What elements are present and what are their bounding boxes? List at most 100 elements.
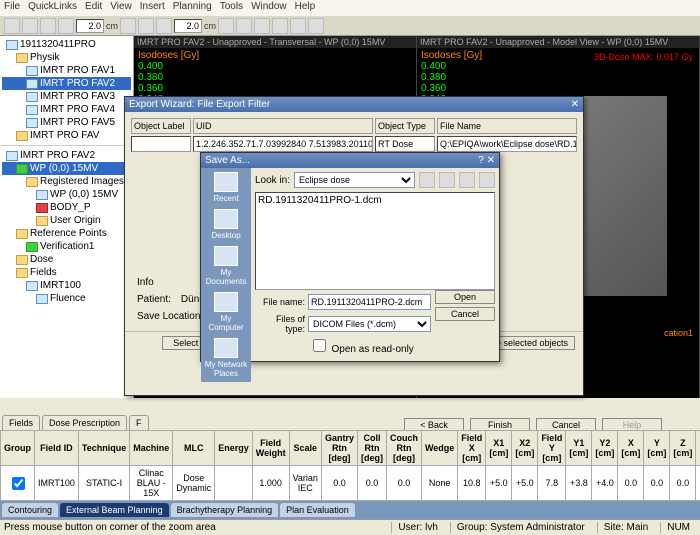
folder-icon	[26, 105, 38, 115]
tree-item[interactable]: IMRT PRO FAV4	[2, 103, 131, 116]
tree-item[interactable]: Fluence	[2, 292, 131, 305]
views-icon[interactable]	[479, 172, 495, 188]
tool-icon[interactable]	[120, 18, 136, 34]
status-hint: Press mouse button on corner of the zoom…	[4, 522, 385, 533]
tree-item[interactable]: IMRT PRO FAV2	[2, 77, 131, 90]
tree-item[interactable]: Dose	[2, 253, 131, 266]
place-my-documents[interactable]: My Documents	[203, 246, 249, 286]
place-my-computer[interactable]: My Computer	[203, 292, 249, 332]
workspace-tab[interactable]: Plan Evaluation	[280, 503, 355, 517]
grid-y-input[interactable]	[174, 19, 202, 33]
tree-item[interactable]: IMRT100	[2, 279, 131, 292]
up-icon[interactable]	[439, 172, 455, 188]
open-button[interactable]: Open	[435, 290, 495, 304]
tree-item[interactable]: IMRT PRO FAV	[2, 129, 131, 142]
info-label: Info	[137, 277, 154, 288]
tool-icon[interactable]	[308, 18, 324, 34]
tree-item[interactable]: Reference Points	[2, 227, 131, 240]
tree-item[interactable]: IMRT PRO FAV2	[2, 149, 131, 162]
menu-window[interactable]: Window	[251, 1, 287, 15]
folder-icon	[26, 242, 38, 252]
place-recent[interactable]: Recent	[203, 172, 249, 203]
unit-label: cm	[106, 21, 118, 31]
tool-icon[interactable]	[4, 18, 20, 34]
menubar: File QuickLinks Edit View Insert Planning Tool…	[0, 0, 700, 16]
tool-icon[interactable]	[290, 18, 306, 34]
tool-icon[interactable]	[254, 18, 270, 34]
grid-x-input[interactable]	[76, 19, 104, 33]
view-title: IMRT PRO FAV2 - Unapproved - Transversal…	[134, 36, 416, 48]
tree-item[interactable]: IMRT PRO FAV3	[2, 90, 131, 103]
folder-icon	[16, 53, 28, 63]
fields-tab[interactable]: Fields	[2, 415, 40, 430]
tree-item[interactable]: BODY_P	[2, 201, 131, 214]
menu-quicklinks[interactable]: QuickLinks	[28, 1, 77, 15]
place-desktop[interactable]: Desktop	[203, 209, 249, 240]
save-as-dialog: Save As... ? ✕ Recent Desktop My Documents…	[200, 152, 500, 362]
place-my-network-places[interactable]: My Network Places	[203, 338, 249, 378]
help-icon[interactable]: ?	[478, 155, 484, 166]
dialog-titlebar[interactable]: Save As... ? ✕	[201, 153, 499, 168]
tool-icon[interactable]	[40, 18, 56, 34]
readonly-checkbox[interactable]	[313, 339, 326, 352]
tool-icon[interactable]	[236, 18, 252, 34]
tool-icon[interactable]	[272, 18, 288, 34]
file-list[interactable]: RD.1911320411PRO-1.dcm	[255, 192, 495, 290]
tree-item[interactable]: User Origin	[2, 214, 131, 227]
folder-icon	[16, 229, 28, 239]
tree-item[interactable]: Registered Images	[2, 175, 131, 188]
folder-icon	[36, 294, 48, 304]
folder-icon	[26, 79, 38, 89]
tree-item[interactable]: Physik	[2, 51, 131, 64]
menu-edit[interactable]: Edit	[85, 1, 102, 15]
menu-tools[interactable]: Tools	[220, 1, 243, 15]
lookin-select[interactable]: Eclipse dose	[294, 172, 415, 188]
folder-icon	[26, 281, 38, 291]
folder-icon	[6, 151, 18, 161]
folder-icon	[6, 40, 18, 50]
menu-insert[interactable]: Insert	[140, 1, 165, 15]
menu-view[interactable]: View	[110, 1, 132, 15]
workspace-tab[interactable]: Brachytherapy Planning	[171, 503, 279, 517]
save-location-label: Save Location	[137, 311, 200, 322]
tree-item[interactable]: 1911320411PRO	[2, 38, 131, 51]
filetype-select[interactable]: DICOM Files (*.dcm)	[308, 316, 431, 332]
folder-icon	[26, 177, 38, 187]
close-icon[interactable]: ✕	[571, 99, 579, 110]
fields-tab[interactable]: F	[129, 415, 149, 430]
tree-item[interactable]: Verification1	[2, 240, 131, 253]
fields-tab[interactable]: Dose Prescription	[42, 415, 127, 430]
file-item[interactable]: RD.1911320411PRO-1.dcm	[258, 195, 492, 206]
menu-planning[interactable]: Planning	[173, 1, 212, 15]
view-title: IMRT PRO FAV2 - Unapproved - Model View …	[417, 36, 699, 48]
folder-icon	[36, 216, 48, 226]
tree-item[interactable]: IMRT PRO FAV5	[2, 116, 131, 129]
tool-icon[interactable]	[156, 18, 172, 34]
plan-tree-pane: 1911320411PROPhysikIMRT PRO FAV1IMRT PRO…	[0, 36, 134, 398]
tool-icon[interactable]	[218, 18, 234, 34]
workspace-tab[interactable]: Contouring	[2, 503, 58, 517]
unit-label: cm	[204, 21, 216, 31]
lookin-label: Look in:	[255, 175, 290, 186]
tree-item[interactable]: Fields	[2, 266, 131, 279]
menu-help[interactable]: Help	[295, 1, 316, 15]
newfolder-icon[interactable]	[459, 172, 475, 188]
cancel-button[interactable]: Cancel	[435, 307, 495, 321]
tool-icon[interactable]	[22, 18, 38, 34]
dialog-titlebar[interactable]: Export Wizard: File Export Filter ✕	[125, 97, 583, 112]
dialog-title: Save As...	[205, 155, 250, 166]
tree-item[interactable]: WP (0,0) 15MV	[2, 162, 131, 175]
back-icon[interactable]	[419, 172, 435, 188]
tool-icon[interactable]	[58, 18, 74, 34]
folder-icon	[26, 66, 38, 76]
tree-item[interactable]: IMRT PRO FAV1	[2, 64, 131, 77]
folder-icon	[16, 131, 28, 141]
close-icon[interactable]: ✕	[487, 155, 495, 166]
tree-item[interactable]: WP (0,0) 15MV	[2, 188, 131, 201]
toolbar: cm cm	[0, 16, 700, 36]
folder-icon	[36, 203, 48, 213]
tool-icon[interactable]	[138, 18, 154, 34]
filename-input[interactable]	[308, 294, 431, 310]
menu-file[interactable]: File	[4, 1, 20, 15]
workspace-tab[interactable]: External Beam Planning	[60, 503, 169, 517]
